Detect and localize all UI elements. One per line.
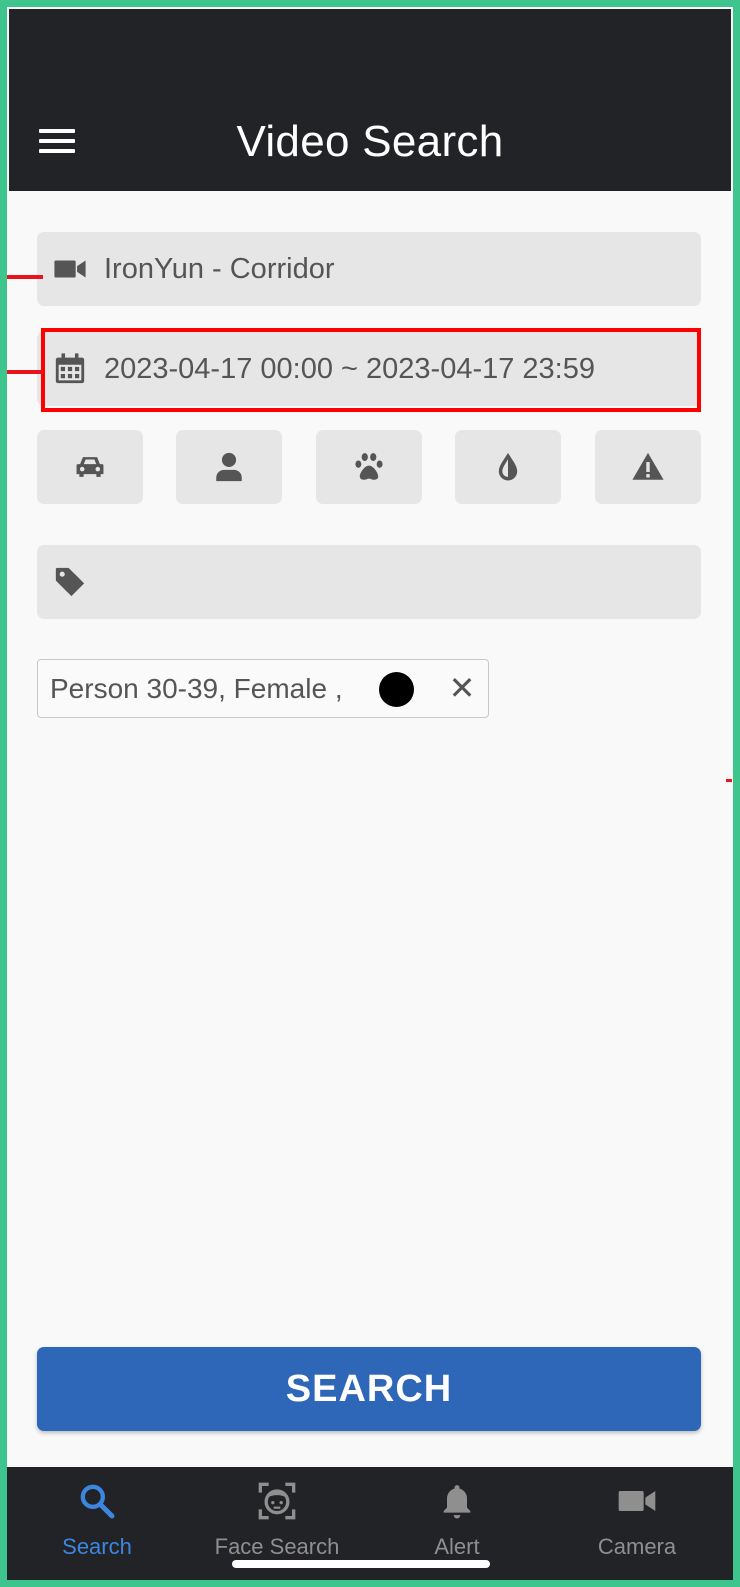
close-icon[interactable]: ✕ bbox=[442, 668, 482, 708]
app-screen: Video Search IronYun - Corridor 2023-04-… bbox=[7, 9, 731, 1578]
search-button[interactable]: SEARCH bbox=[37, 1347, 701, 1431]
bell-icon bbox=[443, 1485, 471, 1519]
calendar-icon bbox=[55, 353, 85, 384]
annotation-line bbox=[7, 275, 43, 279]
nav-item-label: Alert bbox=[434, 1534, 480, 1559]
date-range-value: 2023-04-17 00:00 ~ 2023-04-17 23:59 bbox=[104, 353, 595, 385]
color-swatch bbox=[379, 672, 414, 707]
drop-icon bbox=[498, 452, 518, 481]
nav-item-label: Camera bbox=[597, 1534, 677, 1559]
filter-chip-label: Person 30-39, Female , bbox=[50, 673, 343, 704]
person-icon bbox=[216, 452, 242, 482]
liquid-filter-button[interactable] bbox=[455, 430, 561, 504]
face-search-icon bbox=[258, 1482, 296, 1520]
camera-select-value: IronYun - Corridor bbox=[104, 253, 335, 285]
nav-item-label: Face Search bbox=[214, 1534, 340, 1559]
nav-item-search[interactable]: Search bbox=[7, 1467, 187, 1580]
app-header: Video Search bbox=[9, 9, 731, 191]
warning-icon bbox=[632, 452, 664, 480]
app-frame: Video Search IronYun - Corridor 2023-04-… bbox=[0, 0, 740, 1587]
search-icon bbox=[80, 1484, 115, 1519]
home-indicator bbox=[232, 1560, 490, 1568]
page-title: Video Search bbox=[236, 117, 504, 166]
tag-icon bbox=[55, 567, 85, 597]
car-icon bbox=[76, 457, 104, 477]
tag-input-field[interactable] bbox=[37, 545, 701, 619]
nav-item-label: Search bbox=[62, 1534, 132, 1559]
annotation-mark bbox=[726, 779, 732, 782]
date-range-field[interactable]: 2023-04-17 00:00 ~ 2023-04-17 23:59 bbox=[37, 332, 701, 406]
filter-chip[interactable]: Person 30-39, Female , ✕ bbox=[37, 659, 489, 718]
vehicle-filter-button[interactable] bbox=[37, 430, 143, 504]
animal-filter-button[interactable] bbox=[316, 430, 422, 504]
person-filter-button[interactable] bbox=[176, 430, 282, 504]
warning-filter-button[interactable] bbox=[595, 430, 701, 504]
category-filter-row bbox=[37, 430, 701, 504]
video-camera-icon bbox=[54, 260, 86, 278]
annotation-line bbox=[7, 370, 43, 374]
nav-item-camera[interactable]: Camera bbox=[547, 1467, 727, 1580]
video-camera-icon bbox=[618, 1491, 656, 1511]
paw-icon bbox=[355, 453, 383, 480]
camera-select-field[interactable]: IronYun - Corridor bbox=[37, 232, 701, 306]
